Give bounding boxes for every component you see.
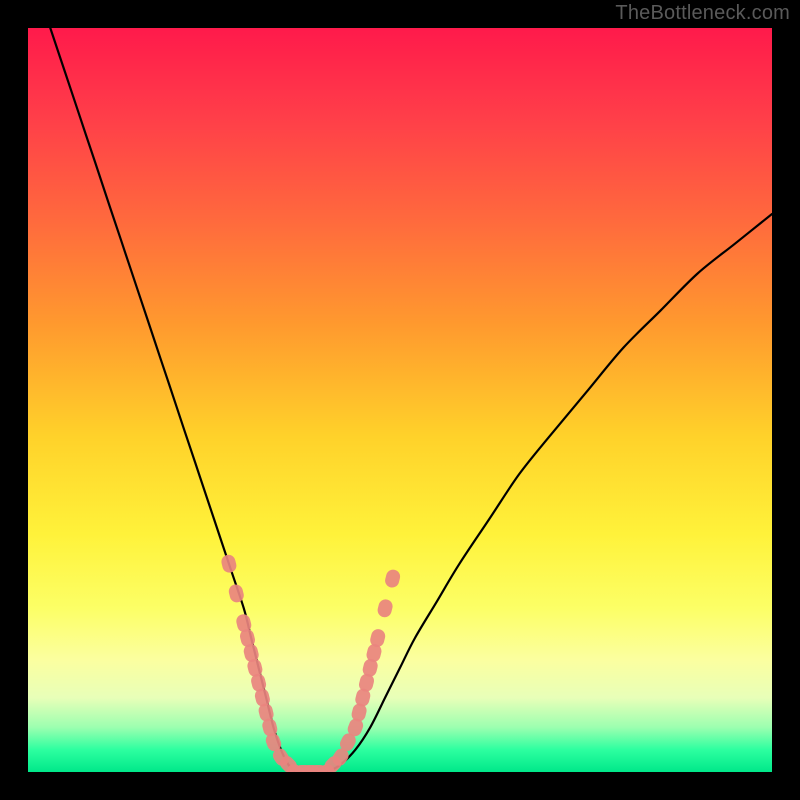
watermark-text: TheBottleneck.com [615,2,790,25]
marker-layer [220,553,402,772]
marker-capsule [376,598,394,619]
marker-capsule [384,568,402,589]
marker-capsule [220,553,238,574]
curve-layer [50,28,772,772]
marker-capsule [227,583,245,604]
bottleneck-curve [50,28,772,772]
plot-area [28,28,772,772]
outer-frame: TheBottleneck.com [0,0,800,800]
chart-svg [28,28,772,772]
